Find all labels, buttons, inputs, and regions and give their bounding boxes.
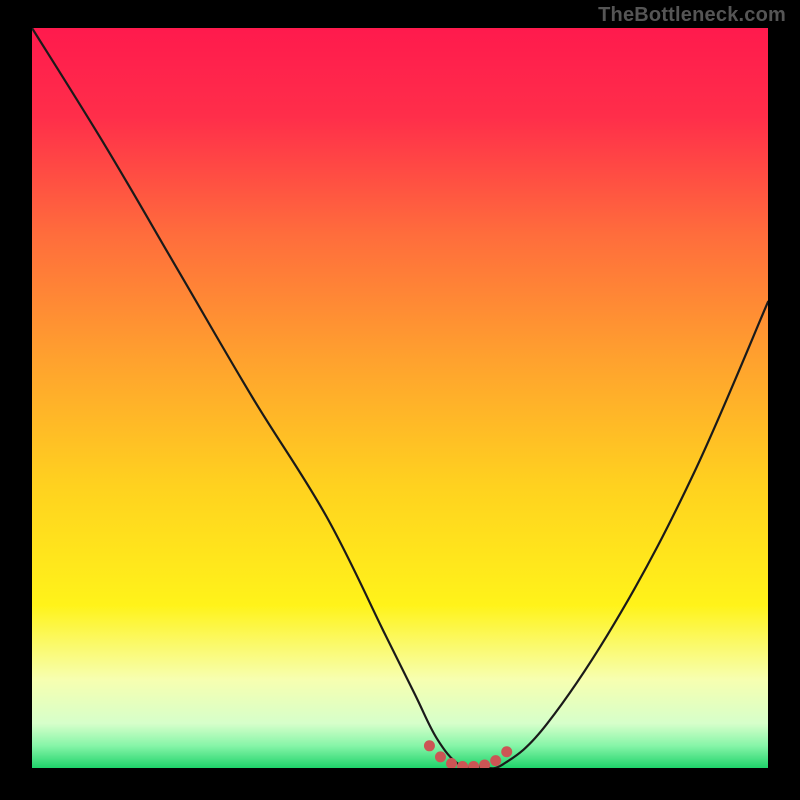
plot-area	[32, 28, 768, 768]
optimal-range-markers	[424, 740, 512, 768]
marker-dot	[479, 760, 490, 768]
chart-root: TheBottleneck.com	[0, 0, 800, 800]
marker-dot	[424, 740, 435, 751]
marker-dot	[468, 761, 479, 768]
curve-layer	[32, 28, 768, 768]
marker-dot	[435, 751, 446, 762]
marker-dot	[446, 758, 457, 768]
marker-dot	[501, 746, 512, 757]
marker-dot	[490, 755, 501, 766]
bottleneck-curve	[32, 28, 768, 768]
watermark-text: TheBottleneck.com	[598, 4, 786, 27]
marker-dot	[457, 761, 468, 768]
